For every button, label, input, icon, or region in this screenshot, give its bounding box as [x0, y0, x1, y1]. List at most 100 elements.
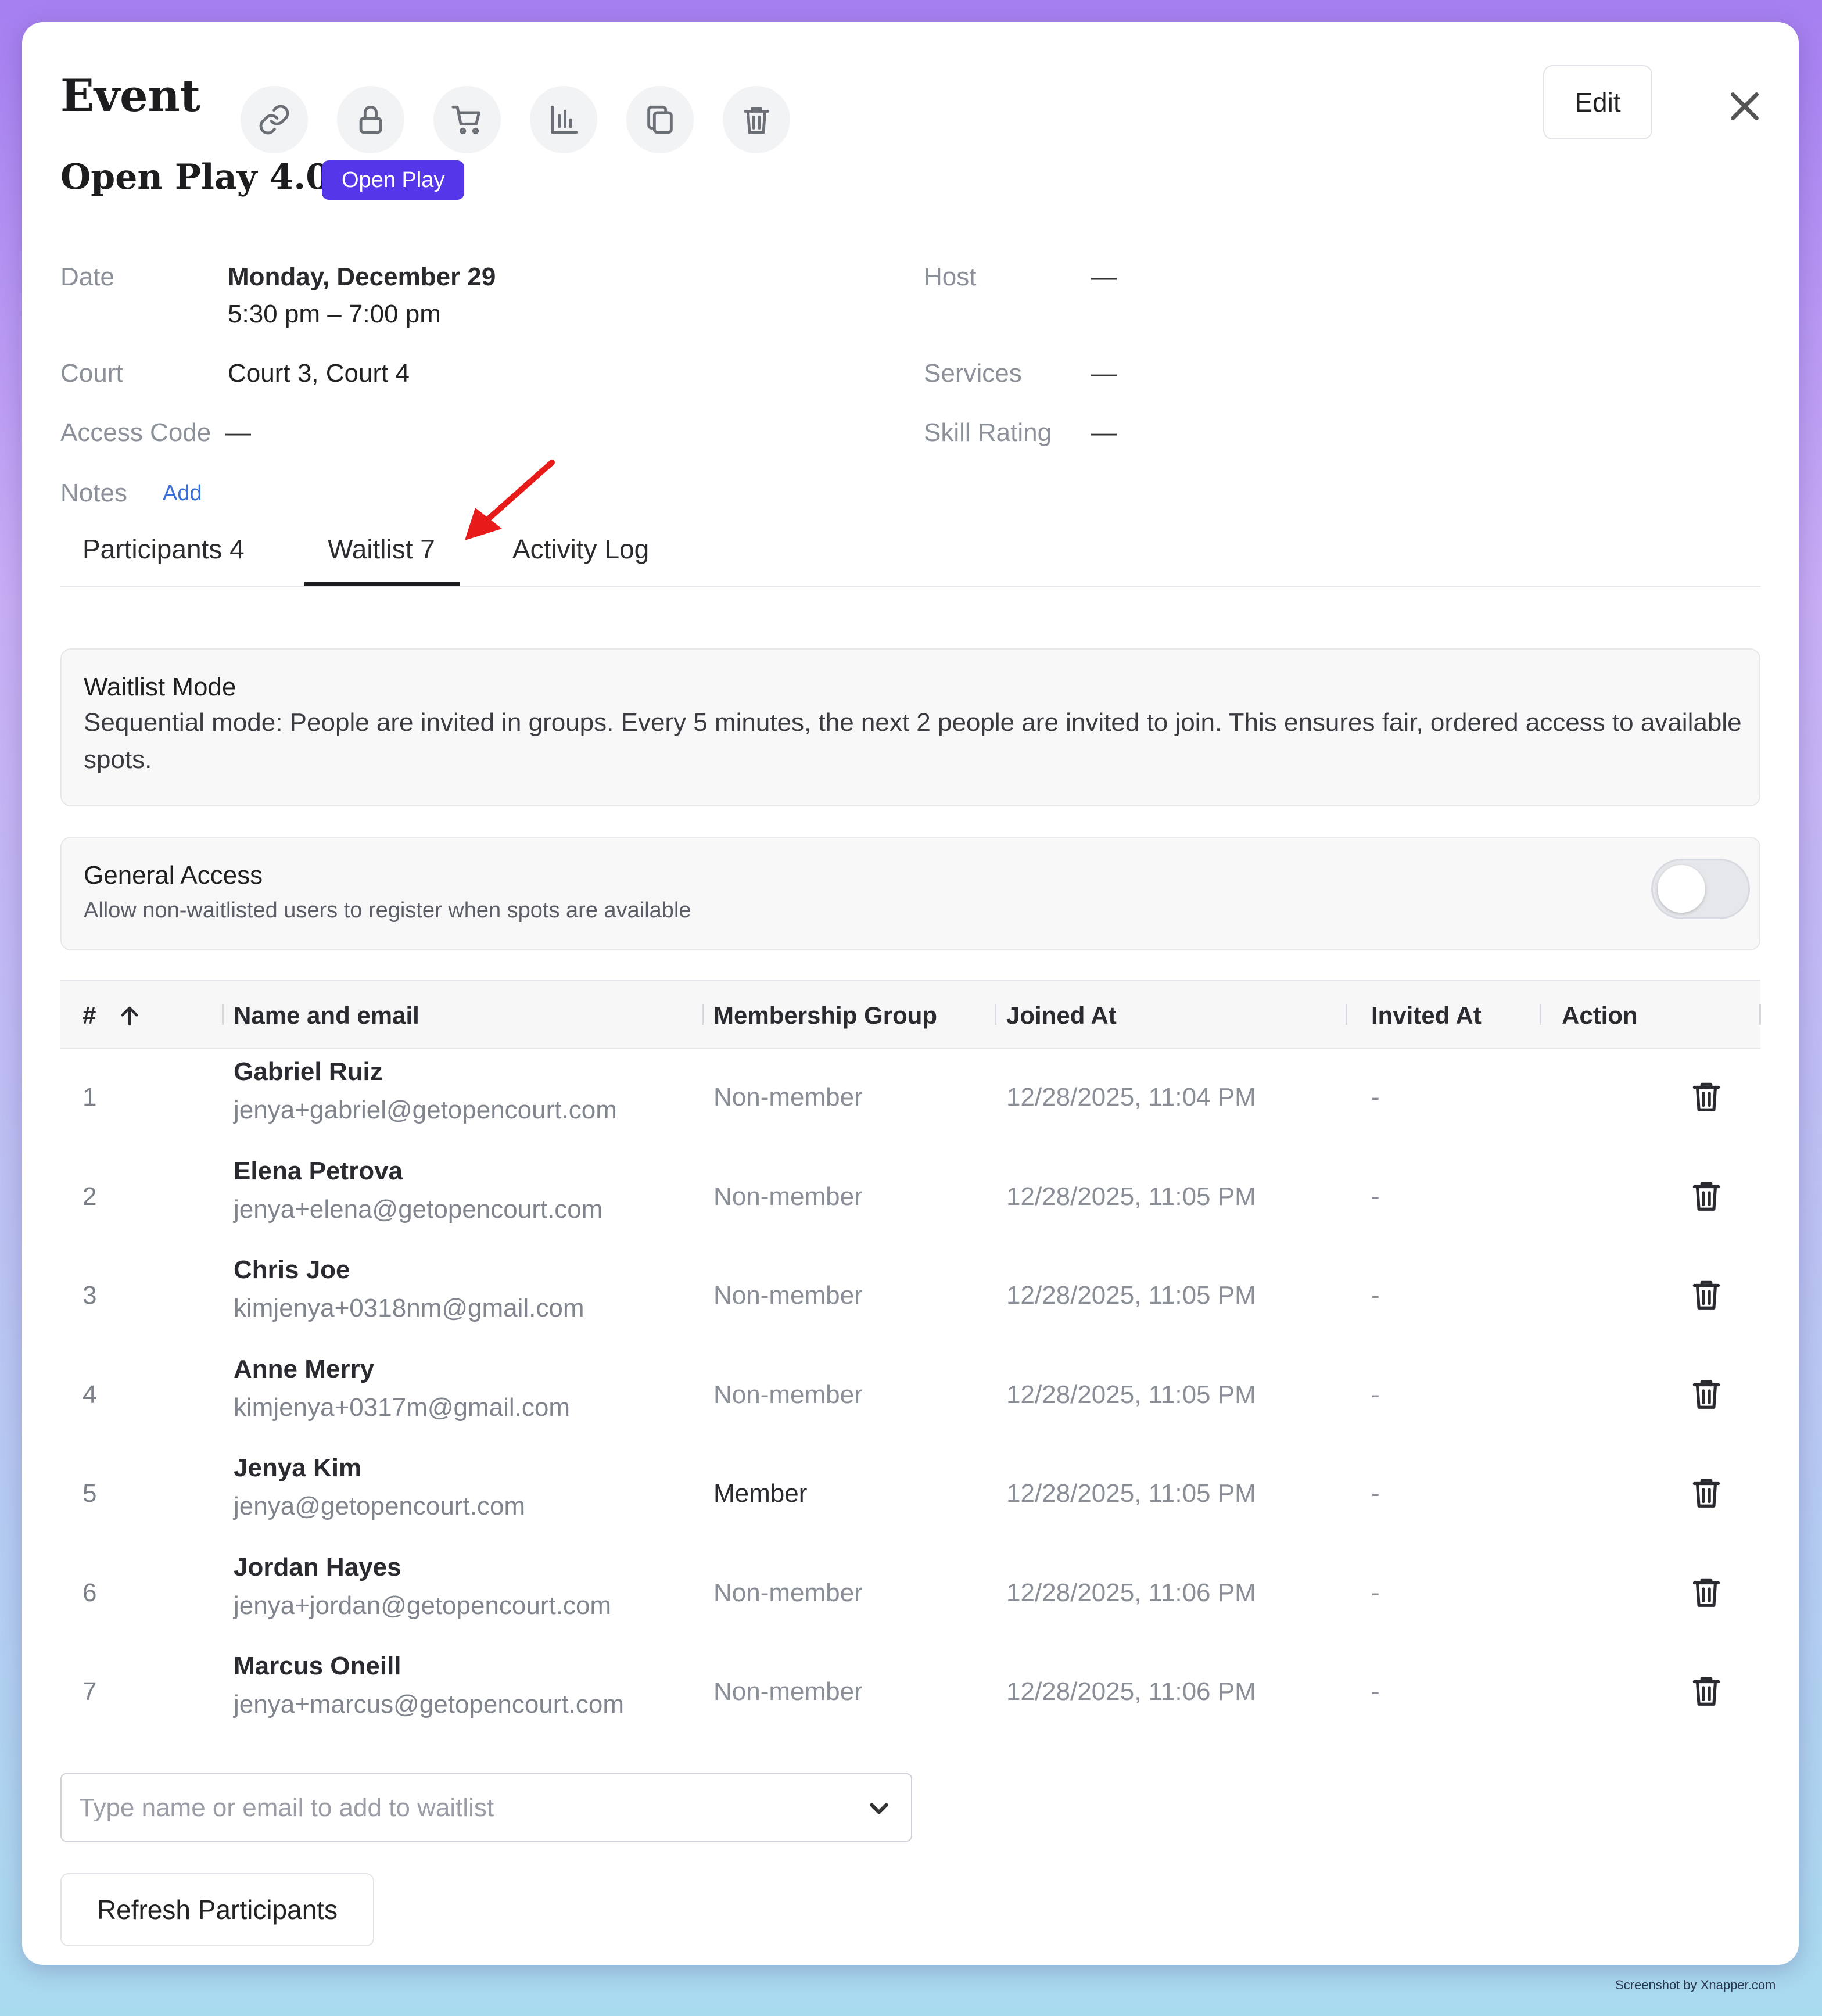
invited-at: -: [1371, 1578, 1380, 1607]
participant-name: Marcus Oneill: [234, 1652, 401, 1680]
host-label: Host: [924, 263, 977, 291]
table-row: 7 Marcus Oneill jenya+marcus@getopencourt.…: [60, 1644, 1760, 1742]
membership-group: Non-member: [713, 1182, 863, 1211]
participant-email: kimjenya+0317m@gmail.com: [234, 1393, 571, 1422]
cart-button[interactable]: [433, 86, 501, 153]
toggle-knob: [1658, 865, 1705, 913]
column-divider[interactable]: [222, 1004, 224, 1025]
column-divider[interactable]: [1540, 1004, 1541, 1025]
link-button[interactable]: [241, 86, 308, 153]
close-icon: [1731, 92, 1759, 120]
col-number[interactable]: #: [83, 1002, 96, 1029]
tab-waitlist[interactable]: Waitlist 7: [328, 533, 435, 565]
remove-from-waitlist-button[interactable]: [1688, 1376, 1724, 1412]
membership-group: Non-member: [713, 1578, 863, 1607]
access-code-value: —: [225, 418, 251, 447]
invited-at: -: [1371, 1083, 1380, 1111]
membership-group: Non-member: [713, 1083, 863, 1111]
add-to-waitlist-input[interactable]: [79, 1792, 834, 1824]
row-number: 3: [83, 1281, 97, 1310]
lock-button[interactable]: [337, 86, 404, 153]
col-name-email[interactable]: Name and email: [234, 1002, 419, 1029]
membership-group: Non-member: [713, 1677, 863, 1706]
access-code-label: Access Code: [60, 418, 211, 447]
add-notes-link[interactable]: Add: [163, 481, 202, 506]
col-invited-at[interactable]: Invited At: [1371, 1002, 1482, 1029]
invited-at: -: [1371, 1380, 1380, 1409]
row-number: 4: [83, 1380, 97, 1409]
annotation-arrow-icon: [465, 460, 555, 540]
trash-icon: [1692, 1182, 1720, 1211]
trash-icon: [1692, 1082, 1720, 1111]
col-joined-at[interactable]: Joined At: [1006, 1002, 1117, 1029]
general-access-toggle[interactable]: [1651, 859, 1750, 919]
column-divider[interactable]: [1346, 1004, 1347, 1025]
table-row: 2 Elena Petrova jenya+elena@getopencourt.c…: [60, 1149, 1760, 1247]
court-value: Court 3, Court 4: [228, 359, 410, 388]
add-to-waitlist-combobox[interactable]: [60, 1773, 912, 1842]
participant-email: kimjenya+0318nm@gmail.com: [234, 1294, 584, 1322]
membership-group: Non-member: [713, 1380, 863, 1409]
remove-from-waitlist-button[interactable]: [1688, 1178, 1724, 1214]
court-label: Court: [60, 359, 123, 388]
trash-icon: [1692, 1578, 1720, 1607]
waitlist-table-header: # Name and email Membership Group Joined…: [60, 980, 1761, 1049]
close-button[interactable]: [1724, 86, 1765, 127]
tab-participants[interactable]: Participants 4: [83, 533, 245, 565]
chart-icon: [551, 105, 578, 134]
waitlist-mode-box: Waitlist Mode Sequential mode: People ar…: [60, 648, 1760, 806]
event-type-badge: Open Play: [322, 160, 465, 200]
general-access-box: General Access Allow non-waitlisted user…: [60, 837, 1760, 950]
general-access-description: Allow non-waitlisted users to register w…: [84, 898, 691, 923]
remove-from-waitlist-button[interactable]: [1688, 1276, 1724, 1312]
cart-icon: [451, 105, 480, 134]
joined-at: 12/28/2025, 11:05 PM: [1006, 1182, 1256, 1211]
edit-button[interactable]: Edit: [1543, 65, 1652, 139]
sort-ascending-icon[interactable]: [117, 1004, 142, 1028]
services-value: —: [1091, 359, 1117, 388]
row-number: 7: [83, 1677, 97, 1706]
remove-from-waitlist-button[interactable]: [1688, 1475, 1724, 1511]
column-divider[interactable]: [702, 1004, 704, 1025]
chevron-down-icon: [870, 1803, 888, 1814]
general-access-title: General Access: [84, 861, 263, 889]
table-row: 5 Jenya Kim jenya@getopencourt.com Member 12…: [60, 1445, 1760, 1544]
participant-name: Anne Merry: [234, 1354, 375, 1383]
time-value: 5:30 pm – 7:00 pm: [228, 300, 441, 328]
membership-group: Non-member: [713, 1281, 863, 1310]
trash-icon: [1692, 1677, 1720, 1706]
column-divider[interactable]: [995, 1004, 996, 1025]
col-membership-group[interactable]: Membership Group: [713, 1002, 937, 1029]
participant-name: Gabriel Ruiz: [234, 1057, 383, 1086]
remove-from-waitlist-button[interactable]: [1688, 1078, 1724, 1114]
stats-button[interactable]: [530, 86, 597, 153]
duplicate-button[interactable]: [626, 86, 694, 153]
waitlist-mode-title: Waitlist Mode: [84, 673, 236, 701]
delete-event-button[interactable]: [723, 86, 790, 153]
joined-at: 12/28/2025, 11:06 PM: [1006, 1677, 1256, 1706]
refresh-participants-button[interactable]: Refresh Participants: [60, 1873, 374, 1946]
participant-email: jenya+marcus@getopencourt.com: [234, 1690, 625, 1719]
waitlist-mode-text: Sequential mode: People are invited in g…: [84, 708, 1742, 774]
dialog-title: Event: [60, 70, 200, 121]
link-icon: [259, 105, 289, 135]
remove-from-waitlist-button[interactable]: [1688, 1574, 1724, 1610]
row-number: 5: [83, 1479, 97, 1508]
remove-from-waitlist-button[interactable]: [1688, 1673, 1724, 1709]
skill-rating-value: —: [1091, 418, 1117, 447]
column-divider[interactable]: [1759, 1004, 1761, 1025]
invited-at: -: [1371, 1677, 1380, 1706]
copy-icon: [647, 105, 673, 134]
joined-at: 12/28/2025, 11:05 PM: [1006, 1281, 1256, 1310]
invited-at: -: [1371, 1479, 1380, 1508]
invited-at: -: [1371, 1182, 1380, 1211]
row-number: 1: [83, 1083, 97, 1111]
joined-at: 12/28/2025, 11:04 PM: [1006, 1083, 1256, 1111]
lock-icon: [359, 105, 382, 134]
trash-icon: [1692, 1380, 1720, 1409]
trash-icon: [1692, 1479, 1720, 1508]
membership-group: Member: [713, 1479, 808, 1508]
col-action: Action: [1562, 1002, 1638, 1029]
skill-rating-label: Skill Rating: [924, 418, 1052, 447]
dropdown-toggle[interactable]: [865, 1794, 894, 1823]
